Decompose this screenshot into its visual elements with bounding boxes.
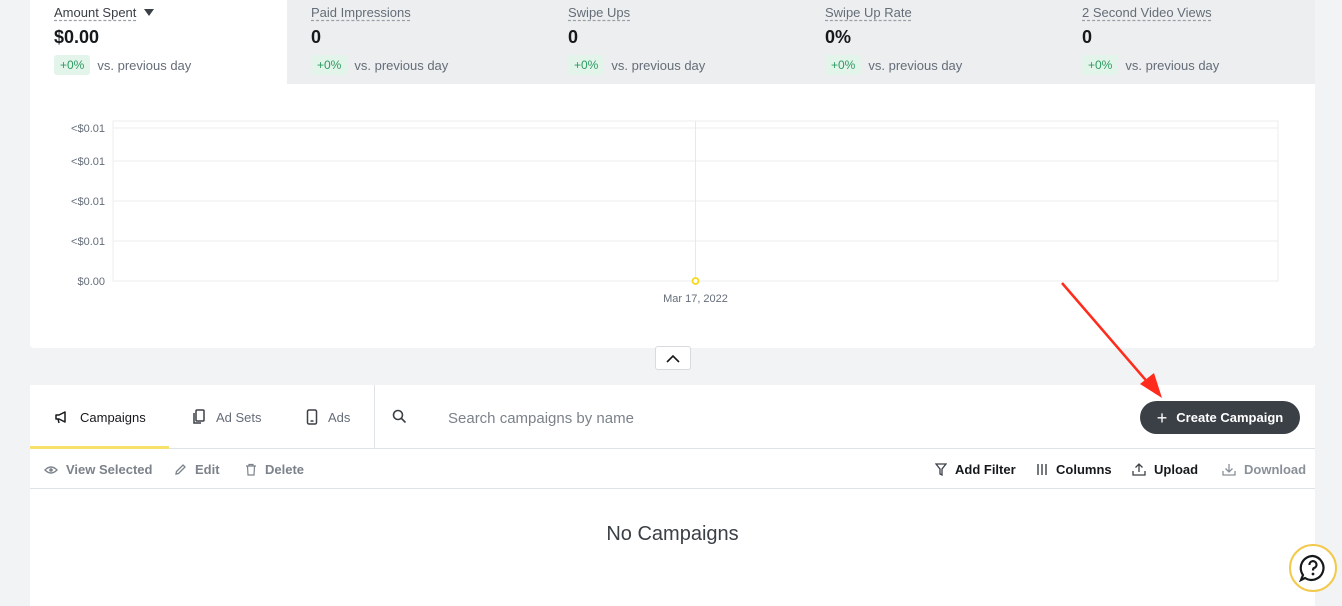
tab-ads[interactable]: Ads bbox=[306, 385, 350, 449]
tool-label: Add Filter bbox=[955, 462, 1016, 477]
upload-button[interactable]: Upload bbox=[1132, 450, 1198, 489]
edit-button[interactable]: Edit bbox=[174, 450, 220, 489]
metric-label[interactable]: Swipe Up Rate bbox=[825, 5, 912, 20]
metric-video-views[interactable]: 2 Second Video Views 0 +0% vs. previous d… bbox=[1058, 0, 1315, 84]
metric-label[interactable]: Paid Impressions bbox=[311, 5, 411, 20]
metric-value: 0 bbox=[1082, 27, 1093, 47]
trash-icon bbox=[245, 463, 257, 476]
search-input[interactable] bbox=[448, 407, 948, 429]
tab-bar: Campaigns Ad Sets Ads + Create Campaign bbox=[30, 385, 1315, 449]
table-toolbar: View Selected Edit Delete Add Filter Col… bbox=[30, 450, 1315, 489]
delta-badge: +0% bbox=[568, 55, 605, 75]
compare-text: vs. previous day bbox=[97, 57, 192, 73]
plus-icon: + bbox=[1156, 407, 1168, 428]
tool-label: Upload bbox=[1154, 462, 1199, 477]
download-button[interactable]: Download bbox=[1222, 450, 1306, 489]
compare-text: vs. previous day bbox=[611, 57, 706, 73]
tab-label: Ads bbox=[328, 409, 351, 425]
create-campaign-label: Create Campaign bbox=[1176, 410, 1284, 425]
delta-badge: +0% bbox=[825, 55, 862, 75]
compare-text: vs. previous day bbox=[868, 57, 963, 73]
tool-label: Columns bbox=[1056, 462, 1112, 477]
metrics-row: Amount Spent $0.00 +0% vs. previous day P… bbox=[30, 0, 1315, 84]
create-campaign-button[interactable]: + Create Campaign bbox=[1140, 401, 1300, 434]
delta-badge: +0% bbox=[1082, 55, 1119, 75]
upload-icon bbox=[1132, 463, 1146, 476]
chevron-up-icon bbox=[666, 354, 680, 363]
y-tick-label: <$0.01 bbox=[71, 156, 105, 168]
line-chart: <$0.01 <$0.01 <$0.01 <$0.01 $0.00 Mar 17, 202… bbox=[71, 120, 1279, 305]
tool-label: Download bbox=[1244, 462, 1307, 477]
search-icon bbox=[392, 409, 407, 429]
columns-icon bbox=[1036, 463, 1048, 476]
megaphone-icon bbox=[54, 410, 70, 424]
tab-label: Campaigns bbox=[80, 409, 146, 425]
metric-label[interactable]: 2 Second Video Views bbox=[1082, 5, 1212, 20]
metric-value: 0 bbox=[311, 27, 322, 47]
metric-paid-impressions[interactable]: Paid Impressions 0 +0% vs. previous day bbox=[287, 0, 544, 84]
tool-label: Delete bbox=[265, 462, 305, 477]
columns-button[interactable]: Columns bbox=[1036, 450, 1112, 489]
tool-label: View Selected bbox=[66, 462, 153, 477]
metric-value: $0.00 bbox=[54, 27, 100, 47]
metric-amount-spent[interactable]: Amount Spent $0.00 +0% vs. previous day bbox=[30, 0, 287, 84]
view-selected-button[interactable]: View Selected bbox=[44, 450, 152, 489]
compare-text: vs. previous day bbox=[1125, 57, 1220, 73]
y-tick-label: <$0.01 bbox=[71, 123, 105, 135]
metric-label[interactable]: Swipe Ups bbox=[568, 5, 630, 20]
pencil-icon bbox=[174, 463, 187, 476]
campaigns-panel: Campaigns Ad Sets Ads + Create Campaign … bbox=[30, 385, 1315, 606]
filter-icon bbox=[935, 463, 947, 476]
empty-state: No Campaigns bbox=[606, 523, 739, 545]
delta-badge: +0% bbox=[54, 55, 91, 75]
y-tick-label: <$0.01 bbox=[71, 196, 105, 208]
copy-icon bbox=[192, 409, 206, 425]
chart-card: <$0.01 <$0.01 <$0.01 <$0.01 $0.00 Mar 17, 202… bbox=[30, 84, 1315, 348]
collapse-chart-button[interactable] bbox=[655, 346, 691, 370]
compare-text: vs. previous day bbox=[354, 57, 449, 73]
tab-ad-sets[interactable]: Ad Sets bbox=[192, 385, 262, 449]
tab-campaigns[interactable]: Campaigns bbox=[30, 385, 169, 449]
question-icon bbox=[1299, 554, 1325, 582]
tool-label: Edit bbox=[195, 462, 220, 477]
divider bbox=[374, 385, 375, 449]
metric-value: 0 bbox=[568, 27, 579, 47]
help-button[interactable] bbox=[1289, 544, 1337, 592]
caret-down-icon[interactable] bbox=[144, 9, 155, 17]
metric-value: 0% bbox=[825, 27, 852, 47]
data-point[interactable] bbox=[691, 277, 700, 285]
tab-label: Ad Sets bbox=[216, 409, 262, 425]
metric-swipe-ups[interactable]: Swipe Ups 0 +0% vs. previous day bbox=[544, 0, 801, 84]
delete-button[interactable]: Delete bbox=[245, 450, 304, 489]
delta-badge: +0% bbox=[311, 55, 348, 75]
metric-swipe-up-rate[interactable]: Swipe Up Rate 0% +0% vs. previous day bbox=[801, 0, 1058, 84]
eye-icon bbox=[44, 465, 58, 475]
y-tick-label: $0.00 bbox=[77, 276, 105, 288]
x-tick-label: Mar 17, 2022 bbox=[663, 293, 728, 305]
add-filter-button[interactable]: Add Filter bbox=[935, 450, 1016, 489]
phone-icon bbox=[306, 409, 318, 425]
y-tick-label: <$0.01 bbox=[71, 236, 105, 248]
download-icon bbox=[1222, 463, 1236, 476]
metric-label[interactable]: Amount Spent bbox=[54, 5, 136, 20]
